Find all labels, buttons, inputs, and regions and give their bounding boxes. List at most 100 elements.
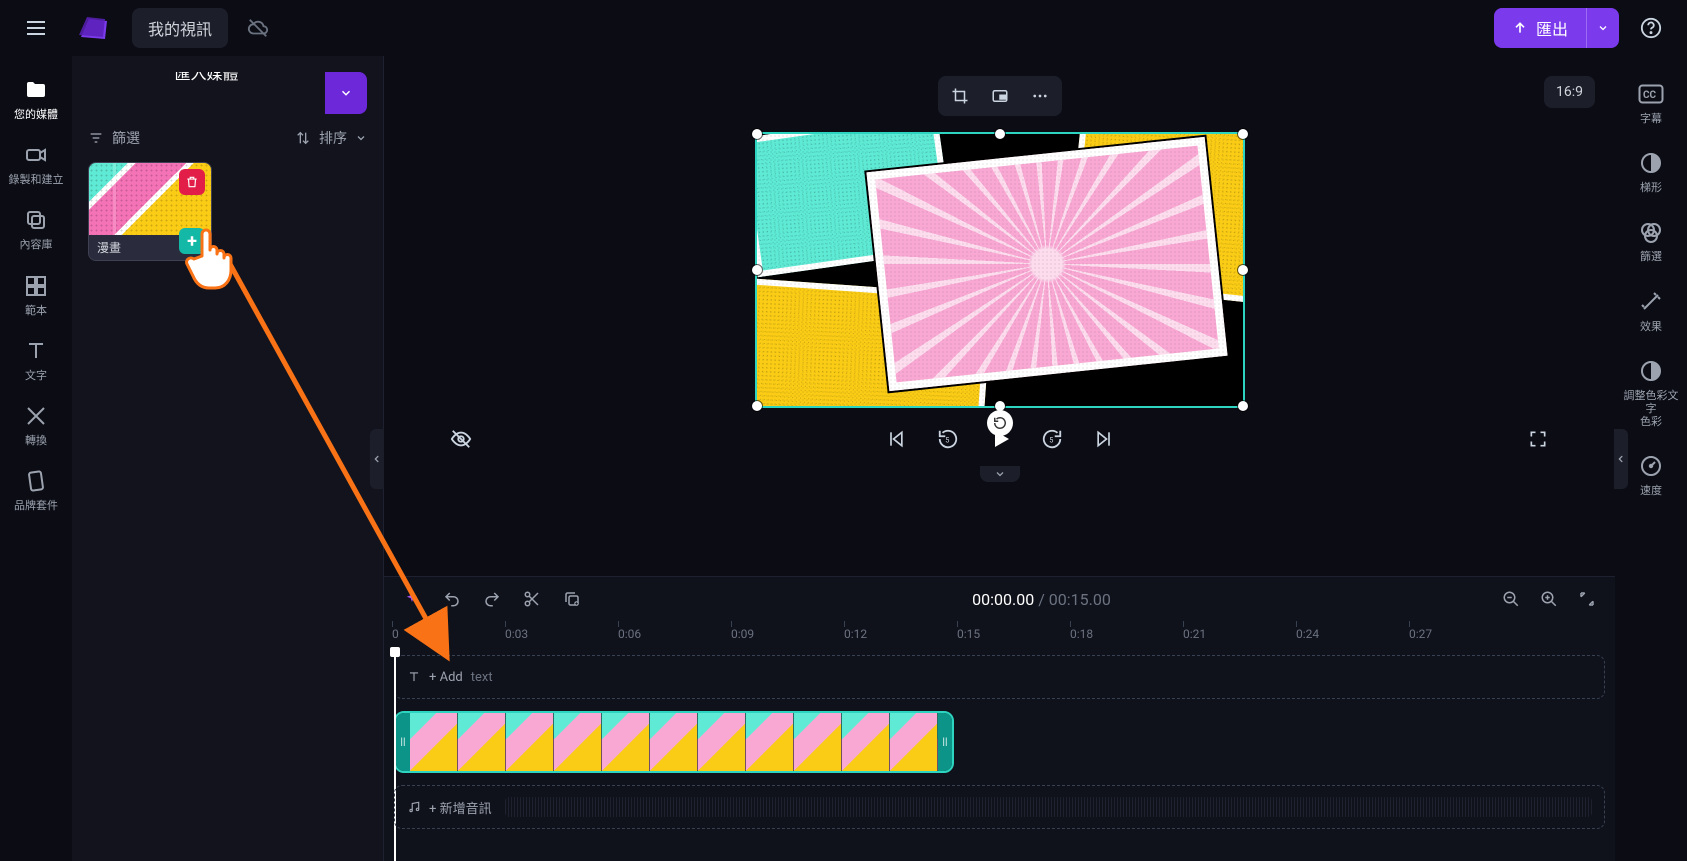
clip-trim-right[interactable]: || xyxy=(938,713,952,771)
skip-start-button[interactable] xyxy=(879,422,913,456)
rail-label: 字幕 xyxy=(1640,112,1662,125)
forward-5-button[interactable]: 5 xyxy=(1035,422,1069,456)
more-icon xyxy=(1031,87,1049,105)
rail-filters[interactable]: 篩選 xyxy=(1619,210,1683,271)
rail-library[interactable]: 內容庫 xyxy=(4,198,68,259)
playhead[interactable] xyxy=(394,649,396,861)
sparkle-icon xyxy=(403,590,421,608)
menu-icon[interactable] xyxy=(16,8,56,48)
collapse-media-panel[interactable] xyxy=(370,429,384,489)
fade-icon xyxy=(1637,149,1665,177)
video-clip[interactable]: || || xyxy=(394,711,954,773)
fullscreen-button[interactable] xyxy=(1521,422,1555,456)
fit-icon xyxy=(1578,590,1596,608)
split-button[interactable] xyxy=(518,585,546,613)
forward-icon: 5 xyxy=(1041,428,1063,450)
ai-sparkle-button[interactable] xyxy=(398,585,426,613)
delete-thumbnail-button[interactable] xyxy=(179,169,205,195)
export-label: 匯出 xyxy=(1536,16,1568,40)
rail-effects[interactable]: 效果 xyxy=(1619,280,1683,341)
more-button[interactable] xyxy=(1022,80,1058,112)
preview-area: 16:9 xyxy=(384,56,1615,576)
undo-button[interactable] xyxy=(438,585,466,613)
export-caret-icon[interactable] xyxy=(1586,8,1619,48)
help-button[interactable] xyxy=(1631,8,1671,48)
rail-text[interactable]: 文字 xyxy=(4,329,68,390)
undo-icon xyxy=(443,590,461,608)
collapse-right-rail[interactable] xyxy=(1614,429,1628,489)
redo-button[interactable] xyxy=(478,585,506,613)
rail-speed[interactable]: 速度 xyxy=(1619,444,1683,505)
preview-canvas[interactable] xyxy=(755,132,1245,408)
filter-button[interactable]: 篩選 xyxy=(88,128,140,148)
skip-forward-icon xyxy=(1094,429,1114,449)
rail-label: 內容庫 xyxy=(20,238,53,251)
sort-button[interactable]: 排序 xyxy=(295,128,367,148)
music-icon xyxy=(407,800,421,814)
import-media-button[interactable]: 匯入媒體 xyxy=(88,72,367,114)
ruler-tick: 0:12 xyxy=(844,627,867,641)
resize-handle[interactable] xyxy=(752,129,762,139)
project-title[interactable]: 我的視訊 xyxy=(132,8,228,48)
rail-label: 速度 xyxy=(1640,484,1662,497)
upload-icon xyxy=(1512,20,1528,36)
add-text-label-a: Add xyxy=(440,670,463,685)
audio-track[interactable]: + 新增音訊 xyxy=(394,785,1605,829)
add-thumbnail-button[interactable]: + xyxy=(179,228,205,254)
rail-captions[interactable]: CC 字幕 xyxy=(1619,72,1683,133)
aspect-ratio-button[interactable]: 16:9 xyxy=(1544,76,1595,108)
sort-icon xyxy=(295,130,311,146)
rail-your-media[interactable]: 您的媒體 xyxy=(4,68,68,129)
clip-frames xyxy=(410,713,938,771)
brand-icon xyxy=(22,467,50,495)
redo-icon xyxy=(483,590,501,608)
import-caret[interactable] xyxy=(325,72,367,114)
fullscreen-icon xyxy=(1528,429,1548,449)
svg-text:5: 5 xyxy=(945,436,949,445)
export-button[interactable]: 匯出 xyxy=(1494,8,1619,48)
audio-waveform-placeholder xyxy=(505,797,1592,817)
ruler-tick: 0:09 xyxy=(731,627,754,641)
timeline-ruler[interactable]: 00:030:060:090:120:150:180:210:240:27 xyxy=(384,621,1615,649)
rail-fade[interactable]: 梯形 xyxy=(1619,141,1683,202)
text-track[interactable]: + Add text xyxy=(394,655,1605,699)
crop-icon xyxy=(951,87,969,105)
resize-handle[interactable] xyxy=(1238,265,1248,275)
rewind-5-button[interactable]: 5 xyxy=(931,422,965,456)
filter-icon xyxy=(88,130,104,146)
hide-preview-button[interactable] xyxy=(444,422,478,456)
fit-timeline-button[interactable] xyxy=(1573,585,1601,613)
media-thumbnail[interactable]: + 漫畫 xyxy=(88,162,212,261)
zoom-out-button[interactable] xyxy=(1497,585,1525,613)
svg-text:5: 5 xyxy=(1049,436,1053,445)
rail-color[interactable]: 調整色彩文字 色彩 xyxy=(1619,349,1683,437)
cc-icon: CC xyxy=(1637,80,1665,108)
left-rail: 您的媒體 錄製和建立 內容庫 範本 文字 轉換 品牌套件 xyxy=(0,56,72,861)
skip-end-button[interactable] xyxy=(1087,422,1121,456)
right-rail: CC 字幕 梯形 篩選 效果 調整色彩文字 色彩 速度 xyxy=(1615,56,1687,861)
pip-button[interactable] xyxy=(982,80,1018,112)
text-icon xyxy=(407,670,421,684)
play-button[interactable] xyxy=(983,422,1017,456)
rail-brand-kit[interactable]: 品牌套件 xyxy=(4,459,68,520)
clip-trim-left[interactable]: || xyxy=(396,713,410,771)
pip-icon xyxy=(991,87,1009,105)
rail-templates[interactable]: 範本 xyxy=(4,264,68,325)
zoom-in-button[interactable] xyxy=(1535,585,1563,613)
duplicate-button[interactable] xyxy=(558,585,586,613)
folder-icon xyxy=(22,76,50,104)
filter-label: 篩選 xyxy=(112,128,140,148)
rail-label: 效果 xyxy=(1640,320,1662,333)
timeline-collapse-button[interactable] xyxy=(980,466,1020,482)
cloud-sync-off-icon[interactable] xyxy=(240,10,276,46)
timeline-toolbar: 00:00.00 / 00:15.00 xyxy=(384,577,1615,621)
rail-record-create[interactable]: 錄製和建立 xyxy=(4,133,68,194)
rail-transitions[interactable]: 轉換 xyxy=(4,394,68,455)
resize-handle[interactable] xyxy=(752,265,762,275)
resize-handle[interactable] xyxy=(995,129,1005,139)
crop-button[interactable] xyxy=(942,80,978,112)
zoom-out-icon xyxy=(1502,590,1520,608)
wand-icon xyxy=(1637,288,1665,316)
trash-icon xyxy=(185,175,199,189)
resize-handle[interactable] xyxy=(1238,129,1248,139)
